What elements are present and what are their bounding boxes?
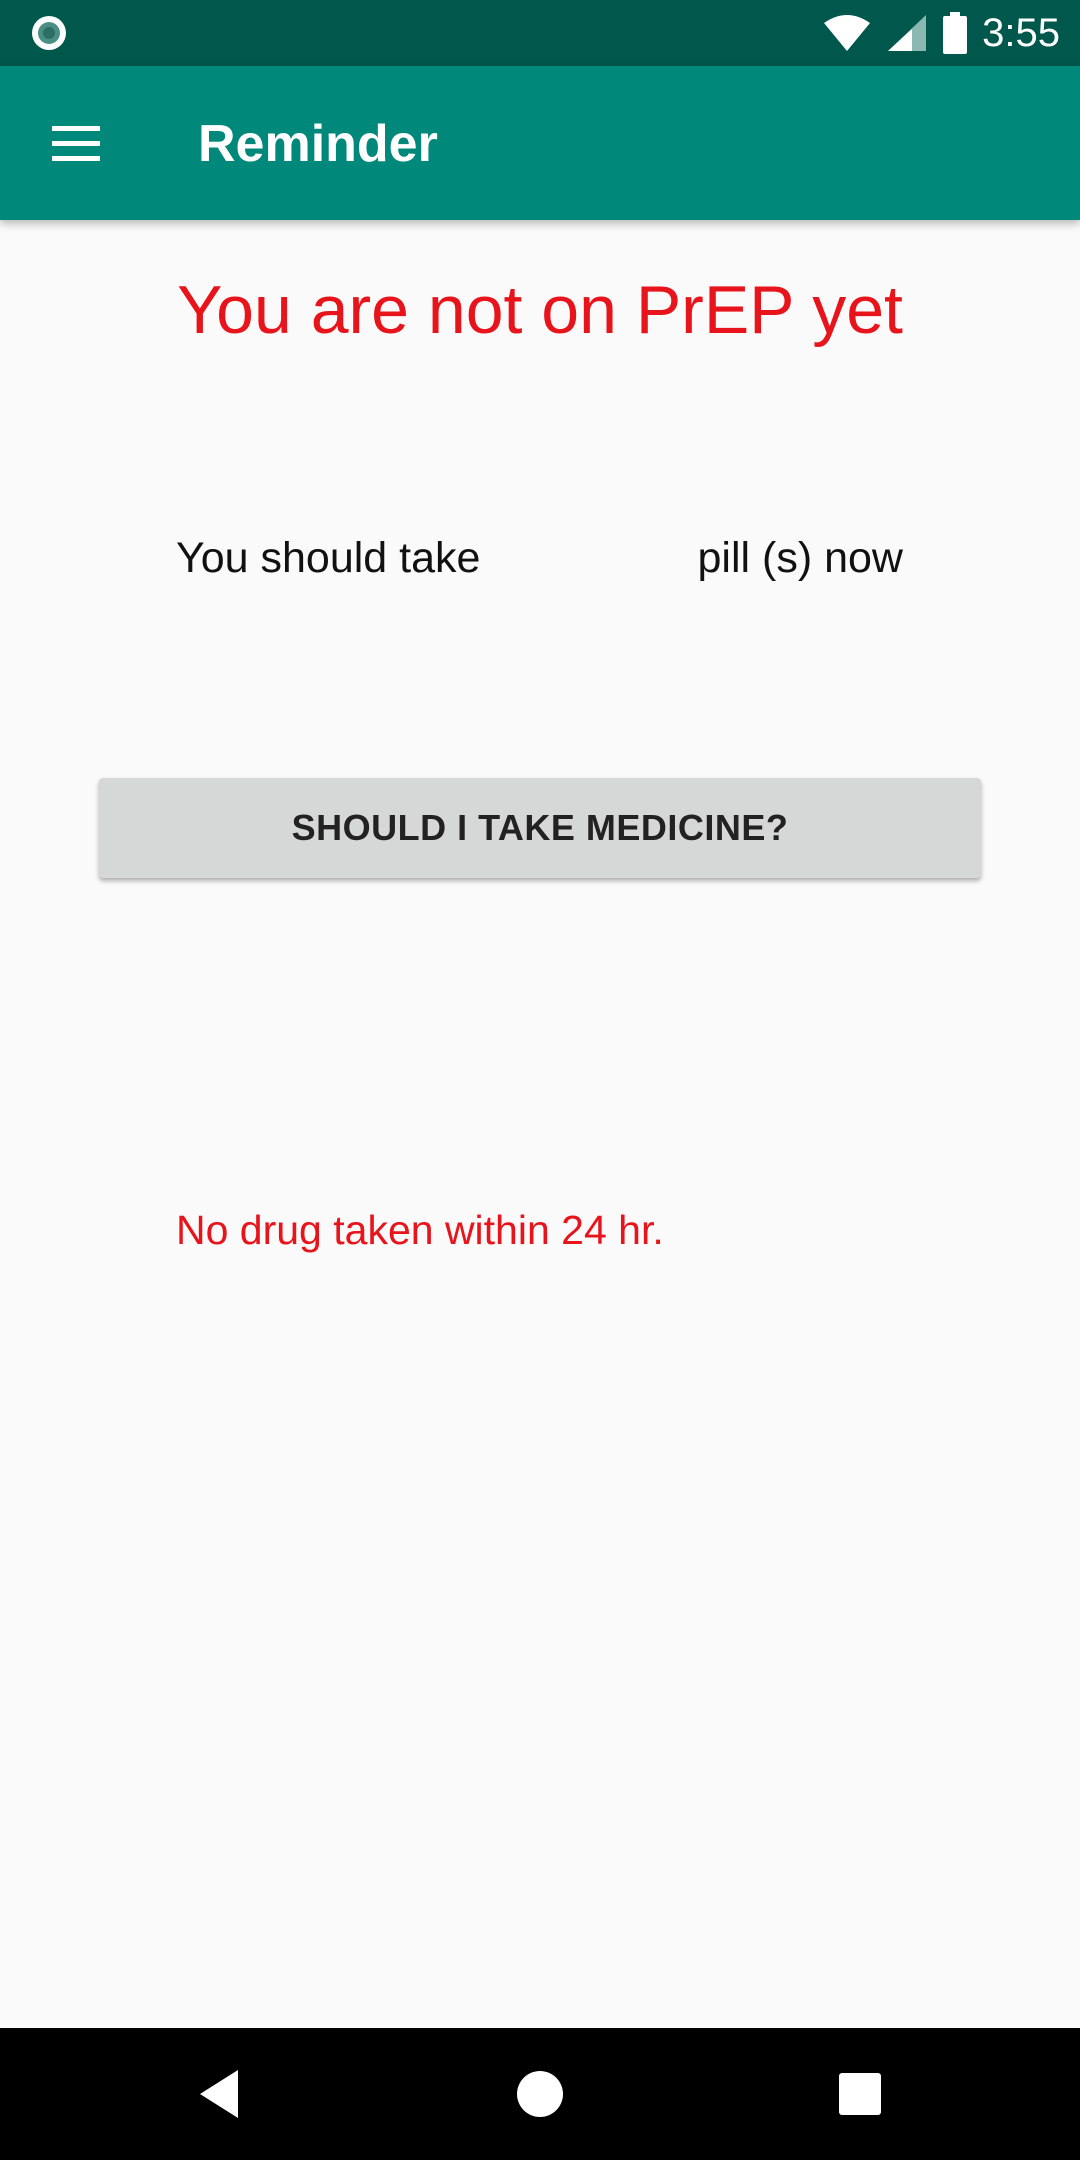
app-title: Reminder xyxy=(198,115,438,173)
status-bar: 3:55 xyxy=(0,0,1080,66)
wifi-icon xyxy=(824,15,871,51)
status-time: 3:55 xyxy=(982,10,1060,55)
app-bar: Reminder xyxy=(0,66,1080,220)
notification-dot-icon xyxy=(32,16,66,50)
recents-icon[interactable] xyxy=(830,2064,890,2124)
dosage-suffix-label: pill (s) now xyxy=(697,534,904,582)
dosage-instruction: You should take pill (s) now xyxy=(176,528,936,588)
should-i-take-medicine-button[interactable]: SHOULD I TAKE MEDICINE? xyxy=(99,778,981,878)
dosage-prefix-label: You should take xyxy=(176,534,481,582)
drug-status-message: No drug taken within 24 hr. xyxy=(176,1207,664,1253)
home-icon[interactable] xyxy=(510,2064,570,2124)
back-icon[interactable] xyxy=(190,2064,250,2124)
prep-status-headline: You are not on PrEP yet xyxy=(177,272,903,348)
hamburger-menu-icon[interactable] xyxy=(48,116,104,172)
battery-icon xyxy=(943,12,968,54)
signal-icon xyxy=(888,15,927,51)
status-indicators: 3:55 xyxy=(822,0,1060,66)
navigation-bar xyxy=(0,2028,1080,2160)
